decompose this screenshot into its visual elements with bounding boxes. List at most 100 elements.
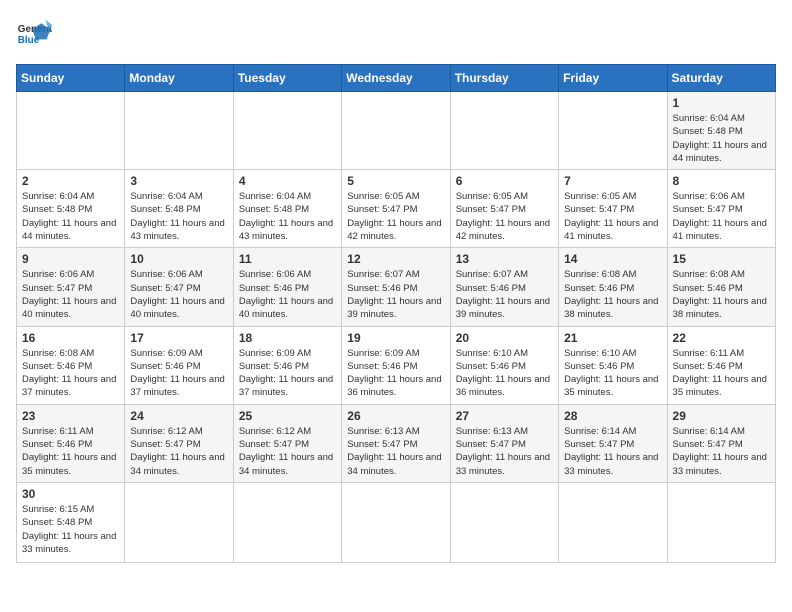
calendar-cell xyxy=(559,92,667,170)
day-header-friday: Friday xyxy=(559,65,667,92)
calendar-cell: 13Sunrise: 6:07 AM Sunset: 5:46 PM Dayli… xyxy=(450,248,558,326)
day-info: Sunrise: 6:05 AM Sunset: 5:47 PM Dayligh… xyxy=(456,190,553,243)
day-info: Sunrise: 6:04 AM Sunset: 5:48 PM Dayligh… xyxy=(239,190,336,243)
day-info: Sunrise: 6:12 AM Sunset: 5:47 PM Dayligh… xyxy=(130,425,227,478)
day-number: 22 xyxy=(673,331,770,345)
day-number: 10 xyxy=(130,252,227,266)
day-header-thursday: Thursday xyxy=(450,65,558,92)
day-number: 24 xyxy=(130,409,227,423)
calendar-cell: 8 Sunrise: 6:06 AM Sunset: 5:47 PM Daylig… xyxy=(667,170,775,248)
calendar-cell: 26Sunrise: 6:13 AM Sunset: 5:47 PM Dayli… xyxy=(342,404,450,482)
day-info: Sunrise: 6:05 AM Sunset: 5:47 PM Dayligh… xyxy=(347,190,444,243)
calendar-cell: 2Sunrise: 6:04 AM Sunset: 5:48 PM Daylig… xyxy=(17,170,125,248)
day-header-row: SundayMondayTuesdayWednesdayThursdayFrid… xyxy=(17,65,776,92)
day-info: Sunrise: 6:08 AM Sunset: 5:46 PM Dayligh… xyxy=(564,268,661,321)
calendar-cell: 4 Sunrise: 6:04 AM Sunset: 5:48 PM Daylig… xyxy=(233,170,341,248)
logo: General Blue xyxy=(16,16,52,52)
day-info: Sunrise: 6:08 AM Sunset: 5:46 PM Dayligh… xyxy=(673,268,770,321)
day-header-sunday: Sunday xyxy=(17,65,125,92)
day-info: Sunrise: 6:10 AM Sunset: 5:46 PM Dayligh… xyxy=(564,347,661,400)
week-row-4: 16 Sunrise: 6:08 AM Sunset: 5:46 PM Dayli… xyxy=(17,326,776,404)
calendar-cell: 27 Sunrise: 6:13 AM Sunset: 5:47 PM Dayli… xyxy=(450,404,558,482)
calendar-cell: 28 Sunrise: 6:14 AM Sunset: 5:47 PM Dayli… xyxy=(559,404,667,482)
day-header-tuesday: Tuesday xyxy=(233,65,341,92)
day-number: 29 xyxy=(673,409,770,423)
day-info: Sunrise: 6:04 AM Sunset: 5:48 PM Dayligh… xyxy=(130,190,227,243)
calendar-cell: 19 Sunrise: 6:09 AM Sunset: 5:46 PM Dayli… xyxy=(342,326,450,404)
calendar-cell: 16 Sunrise: 6:08 AM Sunset: 5:46 PM Dayli… xyxy=(17,326,125,404)
day-info: Sunrise: 6:14 AM Sunset: 5:47 PM Dayligh… xyxy=(673,425,770,478)
page-header: General Blue xyxy=(16,16,776,52)
day-number: 19 xyxy=(347,331,444,345)
day-number: 27 xyxy=(456,409,553,423)
day-number: 11 xyxy=(239,252,336,266)
logo-icon: General Blue xyxy=(16,16,52,52)
calendar-cell: 20 Sunrise: 6:10 AM Sunset: 5:46 PM Dayli… xyxy=(450,326,558,404)
calendar-cell xyxy=(559,482,667,562)
day-info: Sunrise: 6:14 AM Sunset: 5:47 PM Dayligh… xyxy=(564,425,661,478)
day-number: 28 xyxy=(564,409,661,423)
day-info: Sunrise: 6:15 AM Sunset: 5:48 PM Dayligh… xyxy=(22,503,119,556)
day-info: Sunrise: 6:13 AM Sunset: 5:47 PM Dayligh… xyxy=(347,425,444,478)
day-number: 7 xyxy=(564,174,661,188)
day-info: Sunrise: 6:12 AM Sunset: 5:47 PM Dayligh… xyxy=(239,425,336,478)
day-header-saturday: Saturday xyxy=(667,65,775,92)
calendar-cell: 12Sunrise: 6:07 AM Sunset: 5:46 PM Dayli… xyxy=(342,248,450,326)
day-number: 21 xyxy=(564,331,661,345)
day-number: 16 xyxy=(22,331,119,345)
calendar-table: SundayMondayTuesdayWednesdayThursdayFrid… xyxy=(16,64,776,563)
calendar-cell xyxy=(233,92,341,170)
day-number: 1 xyxy=(673,96,770,110)
week-row-5: 23Sunrise: 6:11 AM Sunset: 5:46 PM Dayli… xyxy=(17,404,776,482)
day-info: Sunrise: 6:13 AM Sunset: 5:47 PM Dayligh… xyxy=(456,425,553,478)
day-info: Sunrise: 6:07 AM Sunset: 5:46 PM Dayligh… xyxy=(456,268,553,321)
day-info: Sunrise: 6:09 AM Sunset: 5:46 PM Dayligh… xyxy=(239,347,336,400)
calendar-cell: 14 Sunrise: 6:08 AM Sunset: 5:46 PM Dayli… xyxy=(559,248,667,326)
calendar-cell: 10 Sunrise: 6:06 AM Sunset: 5:47 PM Dayli… xyxy=(125,248,233,326)
calendar-cell xyxy=(450,482,558,562)
day-info: Sunrise: 6:09 AM Sunset: 5:46 PM Dayligh… xyxy=(130,347,227,400)
day-info: Sunrise: 6:08 AM Sunset: 5:46 PM Dayligh… xyxy=(22,347,119,400)
day-number: 5 xyxy=(347,174,444,188)
day-info: Sunrise: 6:04 AM Sunset: 5:48 PM Dayligh… xyxy=(22,190,119,243)
day-number: 20 xyxy=(456,331,553,345)
day-number: 30 xyxy=(22,487,119,501)
day-info: Sunrise: 6:06 AM Sunset: 5:47 PM Dayligh… xyxy=(130,268,227,321)
day-info: Sunrise: 6:10 AM Sunset: 5:46 PM Dayligh… xyxy=(456,347,553,400)
day-number: 23 xyxy=(22,409,119,423)
day-info: Sunrise: 6:07 AM Sunset: 5:46 PM Dayligh… xyxy=(347,268,444,321)
calendar-cell: 25 Sunrise: 6:12 AM Sunset: 5:47 PM Dayli… xyxy=(233,404,341,482)
day-number: 9 xyxy=(22,252,119,266)
calendar-cell: 30 Sunrise: 6:15 AM Sunset: 5:48 PM Dayli… xyxy=(17,482,125,562)
calendar-cell: 24 Sunrise: 6:12 AM Sunset: 5:47 PM Dayli… xyxy=(125,404,233,482)
calendar-cell: 1Sunrise: 6:04 AM Sunset: 5:48 PM Daylig… xyxy=(667,92,775,170)
day-number: 17 xyxy=(130,331,227,345)
calendar-cell xyxy=(17,92,125,170)
calendar-cell: 18Sunrise: 6:09 AM Sunset: 5:46 PM Dayli… xyxy=(233,326,341,404)
calendar-cell: 11 Sunrise: 6:06 AM Sunset: 5:46 PM Dayli… xyxy=(233,248,341,326)
calendar-cell: 6 Sunrise: 6:05 AM Sunset: 5:47 PM Daylig… xyxy=(450,170,558,248)
calendar-cell: 5 Sunrise: 6:05 AM Sunset: 5:47 PM Daylig… xyxy=(342,170,450,248)
day-number: 4 xyxy=(239,174,336,188)
calendar-cell: 21 Sunrise: 6:10 AM Sunset: 5:46 PM Dayli… xyxy=(559,326,667,404)
day-info: Sunrise: 6:09 AM Sunset: 5:46 PM Dayligh… xyxy=(347,347,444,400)
calendar-cell: 9Sunrise: 6:06 AM Sunset: 5:47 PM Daylig… xyxy=(17,248,125,326)
day-info: Sunrise: 6:11 AM Sunset: 5:46 PM Dayligh… xyxy=(673,347,770,400)
week-row-6: 30 Sunrise: 6:15 AM Sunset: 5:48 PM Dayli… xyxy=(17,482,776,562)
day-header-monday: Monday xyxy=(125,65,233,92)
day-info: Sunrise: 6:06 AM Sunset: 5:46 PM Dayligh… xyxy=(239,268,336,321)
day-number: 3 xyxy=(130,174,227,188)
calendar-cell xyxy=(125,92,233,170)
calendar-cell: 7 Sunrise: 6:05 AM Sunset: 5:47 PM Daylig… xyxy=(559,170,667,248)
calendar-cell xyxy=(342,482,450,562)
week-row-2: 2Sunrise: 6:04 AM Sunset: 5:48 PM Daylig… xyxy=(17,170,776,248)
week-row-3: 9 Sunrise: 6:06 AM Sunset: 5:47 PM Daylig… xyxy=(17,248,776,326)
day-info: Sunrise: 6:05 AM Sunset: 5:47 PM Dayligh… xyxy=(564,190,661,243)
day-number: 25 xyxy=(239,409,336,423)
day-number: 14 xyxy=(564,252,661,266)
day-info: Sunrise: 6:06 AM Sunset: 5:47 PM Dayligh… xyxy=(673,190,770,243)
day-number: 6 xyxy=(456,174,553,188)
calendar-cell: 29 Sunrise: 6:14 AM Sunset: 5:47 PM Dayli… xyxy=(667,404,775,482)
day-number: 8 xyxy=(673,174,770,188)
week-row-1: 1Sunrise: 6:04 AM Sunset: 5:48 PM Daylig… xyxy=(17,92,776,170)
